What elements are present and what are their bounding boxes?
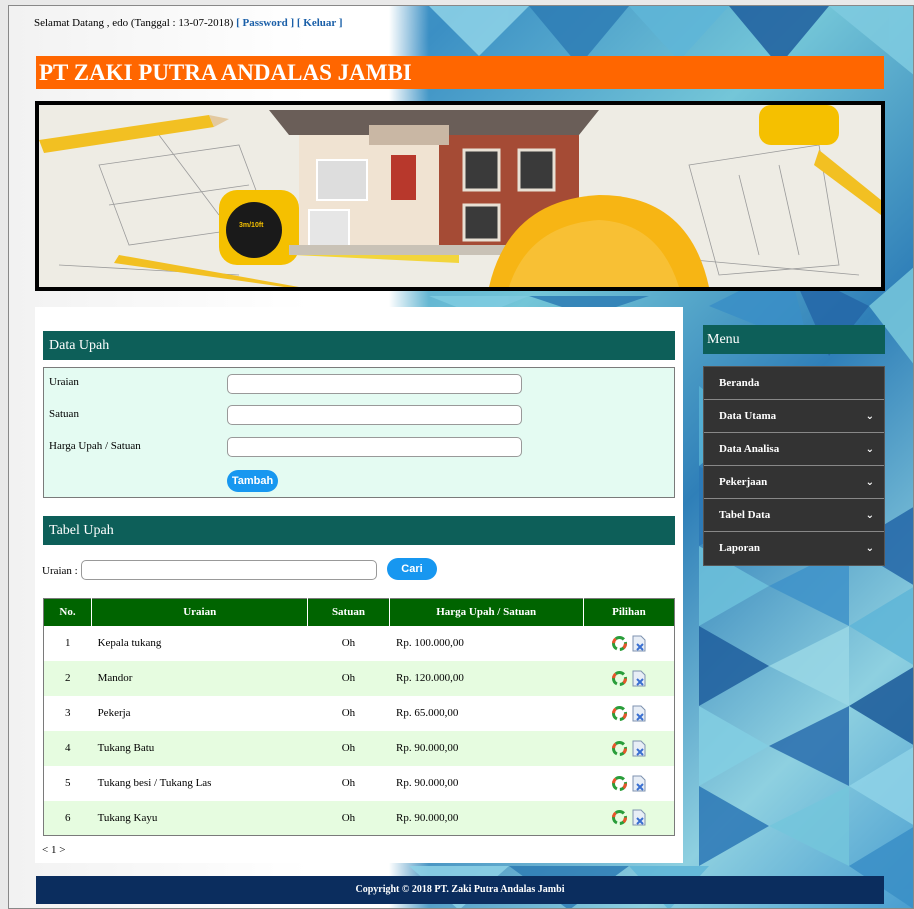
sidebar-item-pekerjaan[interactable]: Pekerjaan ⌄ <box>704 466 884 499</box>
sidebar-item-label: Data Utama <box>719 410 777 422</box>
delete-icon[interactable] <box>632 705 646 722</box>
banner-illustration: 3m/10ft <box>39 105 881 287</box>
chevron-down-icon: ⌄ <box>865 510 874 521</box>
col-pilihan: Pilihan <box>583 598 675 626</box>
table-row: 6 Tukang Kayu Oh Rp. 90.000,00 <box>43 800 675 836</box>
sidebar-item-label: Tabel Data <box>719 509 771 521</box>
edit-icon[interactable] <box>611 670 628 687</box>
table-header-row: No. Uraian Satuan Harga Upah / Satuan Pi… <box>43 598 675 626</box>
satuan-label: Satuan <box>49 408 79 420</box>
cell-pilihan <box>583 696 674 731</box>
cell-harga: Rp. 65.000,00 <box>396 707 459 719</box>
site-title: PT ZAKI PUTRA ANDALAS JAMBI <box>36 56 884 89</box>
logout-link[interactable]: [ Keluar ] <box>297 17 343 29</box>
header-banner: 3m/10ft <box>35 101 885 291</box>
cell-harga: Rp. 100.000,00 <box>396 637 464 649</box>
tambah-button[interactable]: Tambah <box>227 470 278 492</box>
cell-uraian: Kepala tukang <box>97 637 162 649</box>
harga-input[interactable] <box>227 437 522 457</box>
pagination[interactable]: < 1 > <box>42 844 65 856</box>
delete-icon[interactable] <box>632 635 646 652</box>
sidebar-menu: Beranda Data Utama ⌄ Data Analisa ⌄ Peke… <box>703 366 885 566</box>
search-label: Uraian : <box>42 565 78 577</box>
sidebar-item-tabel-data[interactable]: Tabel Data ⌄ <box>704 499 884 532</box>
sidebar-item-laporan[interactable]: Laporan ⌄ <box>704 532 884 565</box>
col-harga: Harga Upah / Satuan <box>389 598 584 626</box>
cell-no: 1 <box>65 637 71 649</box>
chevron-down-icon: ⌄ <box>865 543 874 554</box>
footer: Copyright © 2018 PT. Zaki Putra Andalas … <box>36 876 884 904</box>
cell-satuan: Oh <box>341 707 356 719</box>
uraian-input[interactable] <box>227 374 522 394</box>
password-link[interactable]: [ Password ] <box>236 17 294 29</box>
sidebar-item-label: Beranda <box>719 377 760 389</box>
delete-icon[interactable] <box>632 670 646 687</box>
cell-satuan: Oh <box>307 800 390 836</box>
upah-form: Uraian Satuan Harga Upah / Satuan Tambah <box>43 367 675 498</box>
chevron-down-icon: ⌄ <box>865 411 874 422</box>
cell-no: 2 <box>43 660 92 696</box>
cell-pilihan <box>583 730 675 766</box>
delete-icon[interactable] <box>632 775 646 792</box>
upah-table: No. Uraian Satuan Harga Upah / Satuan Pi… <box>43 598 675 836</box>
cell-uraian: Tukang Batu <box>91 730 308 766</box>
chevron-down-icon: ⌄ <box>865 444 874 455</box>
table-row: 5 Tukang besi / Tukang Las Oh Rp. 90.000… <box>44 766 675 801</box>
cell-harga: Rp. 90.000,00 <box>389 730 584 766</box>
sidebar-item-label: Pekerjaan <box>719 476 768 488</box>
col-satuan: Satuan <box>307 598 390 626</box>
cell-uraian: Pekerja <box>97 707 131 719</box>
col-uraian: Uraian <box>91 598 309 626</box>
sidebar-item-beranda[interactable]: Beranda <box>704 367 884 400</box>
cell-pilihan <box>583 766 674 801</box>
cell-satuan: Oh <box>341 637 356 649</box>
welcome-text: Selamat Datang , edo (Tanggal : 13-07-20… <box>34 17 234 29</box>
table-row: 2 Mandor Oh Rp. 120.000,00 <box>43 660 675 696</box>
search-input[interactable] <box>81 560 377 580</box>
cell-uraian: Tukang besi / Tukang Las <box>97 777 212 789</box>
uraian-label: Uraian <box>49 376 79 388</box>
table-row: 1 Kepala tukang Oh Rp. 100.000,00 <box>44 626 675 661</box>
satuan-input[interactable] <box>227 405 522 425</box>
cell-satuan: Oh <box>307 660 390 696</box>
table-row: 3 Pekerja Oh Rp. 65.000,00 <box>44 696 675 731</box>
cell-satuan: Oh <box>307 730 390 766</box>
sidebar-item-label: Laporan <box>719 542 760 554</box>
cell-no: 6 <box>43 800 92 836</box>
cell-uraian: Tukang Kayu <box>91 800 308 836</box>
delete-icon[interactable] <box>632 809 646 826</box>
welcome-bar: Selamat Datang , edo (Tanggal : 13-07-20… <box>34 17 343 29</box>
table-row: 4 Tukang Batu Oh Rp. 90.000,00 <box>43 730 675 766</box>
delete-icon[interactable] <box>632 740 646 757</box>
cell-no: 4 <box>43 730 92 766</box>
cell-harga: Rp. 120.000,00 <box>389 660 584 696</box>
cari-button[interactable]: Cari <box>387 558 437 580</box>
edit-icon[interactable] <box>611 635 628 652</box>
chevron-down-icon: ⌄ <box>865 477 874 488</box>
sidebar-item-data-utama[interactable]: Data Utama ⌄ <box>704 400 884 433</box>
cell-satuan: Oh <box>341 777 356 789</box>
edit-icon[interactable] <box>611 775 628 792</box>
cell-no: 3 <box>65 707 71 719</box>
col-no: No. <box>43 598 93 626</box>
cell-harga: Rp. 90.000,00 <box>389 800 584 836</box>
copyright-text: Copyright © 2018 PT. Zaki Putra Andalas … <box>355 884 565 895</box>
cell-uraian: Mandor <box>91 660 308 696</box>
svg-text:3m/10ft: 3m/10ft <box>239 222 264 229</box>
data-upah-heading: Data Upah <box>43 331 675 360</box>
cell-pilihan <box>583 626 674 661</box>
edit-icon[interactable] <box>611 740 628 757</box>
menu-heading: Menu <box>703 325 885 354</box>
sidebar-item-data-analisa[interactable]: Data Analisa ⌄ <box>704 433 884 466</box>
cell-harga: Rp. 90.000,00 <box>396 777 459 789</box>
edit-icon[interactable] <box>611 705 628 722</box>
edit-icon[interactable] <box>611 809 628 826</box>
cell-no: 5 <box>65 777 71 789</box>
main-panel: Data Upah Uraian Satuan Harga Upah / Sat… <box>35 307 683 863</box>
harga-label: Harga Upah / Satuan <box>49 440 141 452</box>
sidebar-item-label: Data Analisa <box>719 443 780 455</box>
tabel-upah-heading: Tabel Upah <box>43 516 675 545</box>
cell-pilihan <box>583 660 675 696</box>
cell-pilihan <box>583 800 675 836</box>
